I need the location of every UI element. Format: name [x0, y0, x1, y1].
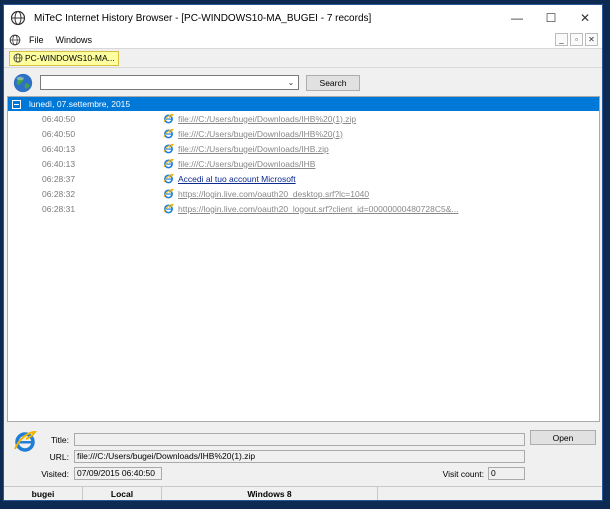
open-button[interactable]: Open: [530, 430, 596, 445]
toolbar: ⌄ Search: [4, 67, 602, 97]
history-row[interactable]: 06:40:13 file:///C:/Users/bugei/Downloads…: [8, 156, 599, 171]
internet-explorer-icon: [163, 128, 174, 139]
date-group-label: lunedì, 07.settembre, 2015: [29, 99, 131, 109]
row-url-link[interactable]: file:///C:/Users/bugei/Downloads/IHB: [178, 159, 315, 169]
internet-explorer-icon: [163, 173, 174, 184]
history-row[interactable]: 06:40:50 file:///C:/Users/bugei/Downloads…: [8, 126, 599, 141]
url-label: URL:: [49, 452, 69, 462]
row-url-link[interactable]: file:///C:/Users/bugei/Downloads/IHB%20(…: [178, 114, 356, 124]
mdi-minimize-button[interactable]: _: [555, 33, 568, 46]
date-group-row[interactable]: lunedì, 07.settembre, 2015: [8, 97, 599, 111]
tab-label: PC-WINDOWS10-MA...: [25, 53, 115, 63]
status-location: Local: [83, 487, 162, 500]
row-url-link[interactable]: file:///C:/Users/bugei/Downloads/IHB.zip: [178, 144, 329, 154]
minimize-button[interactable]: —: [500, 5, 534, 31]
tab-bar: PC-WINDOWS10-MA...: [4, 48, 602, 67]
internet-explorer-icon: [163, 143, 174, 154]
menu-file[interactable]: File: [23, 35, 50, 45]
row-time: 06:40:13: [42, 158, 76, 169]
row-url-link[interactable]: https://login.live.com/oauth20_desktop.s…: [178, 189, 369, 199]
url-field[interactable]: file:///C:/Users/bugei/Downloads/IHB%20(…: [74, 450, 525, 463]
mdi-restore-button[interactable]: ▫: [570, 33, 583, 46]
row-url-link[interactable]: file:///C:/Users/bugei/Downloads/IHB%20(…: [178, 129, 343, 139]
mdi-close-button[interactable]: ✕: [585, 33, 598, 46]
mdi-controls: _ ▫ ✕: [555, 33, 598, 46]
row-time: 06:28:37: [42, 173, 76, 184]
row-time: 06:40:50: [42, 113, 76, 124]
earth-icon: [13, 73, 33, 92]
tab-computer[interactable]: PC-WINDOWS10-MA...: [9, 50, 119, 66]
menu-bar: File Windows _ ▫ ✕: [4, 31, 602, 48]
row-url-link[interactable]: Accedi al tuo account Microsoft: [178, 174, 296, 184]
row-time: 06:40:13: [42, 143, 76, 154]
history-row[interactable]: 06:40:50 file:///C:/Users/bugei/Downloads…: [8, 111, 599, 126]
history-row[interactable]: 06:28:32 https://login.live.com/oauth20_d…: [8, 186, 599, 201]
internet-explorer-icon: [163, 188, 174, 199]
history-row[interactable]: 06:28:37 Accedi al tuo account Microsoft: [8, 171, 599, 186]
search-button[interactable]: Search: [306, 74, 360, 91]
title-field[interactable]: [74, 433, 525, 446]
visit-count-field[interactable]: 0: [488, 467, 525, 480]
history-list[interactable]: lunedì, 07.settembre, 2015 06:40:50 file:…: [7, 96, 600, 422]
visited-field[interactable]: 07/09/2015 06:40:50: [74, 467, 162, 480]
row-time: 06:40:50: [42, 128, 76, 139]
title-label: Title:: [50, 435, 69, 445]
visited-label: Visited:: [41, 469, 69, 479]
history-row[interactable]: 06:40:13 file:///C:/Users/bugei/Downloads…: [8, 141, 599, 156]
maximize-button[interactable]: ☐: [534, 5, 568, 31]
internet-explorer-icon: [163, 158, 174, 169]
visit-count-label: Visit count:: [442, 469, 484, 479]
globe-menu-icon[interactable]: [9, 34, 21, 46]
status-extra: [378, 487, 602, 500]
title-bar: MiTeC Internet History Browser - [PC-WIN…: [4, 5, 602, 31]
history-row[interactable]: 06:28:31 https://login.live.com/oauth20_l…: [8, 201, 599, 216]
row-url-link[interactable]: https://login.live.com/oauth20_logout.sr…: [178, 204, 458, 214]
collapse-icon[interactable]: [12, 99, 21, 109]
menu-windows[interactable]: Windows: [50, 35, 99, 45]
internet-explorer-icon: [163, 203, 174, 214]
globe-app-icon: [10, 10, 26, 26]
close-button[interactable]: ✕: [568, 5, 602, 31]
chevron-down-icon[interactable]: ⌄: [285, 76, 297, 89]
app-window: MiTeC Internet History Browser - [PC-WIN…: [3, 4, 603, 501]
details-pane: Title: URL: file:///C:/Users/bugei/Downl…: [4, 423, 602, 489]
globe-tab-icon: [13, 53, 23, 63]
status-os: Windows 8: [162, 487, 378, 500]
row-time: 06:28:31: [42, 203, 76, 214]
status-user: bugei: [4, 487, 83, 500]
search-combo[interactable]: ⌄: [40, 75, 299, 90]
window-title: MiTeC Internet History Browser - [PC-WIN…: [34, 12, 372, 24]
internet-explorer-icon: [14, 430, 37, 452]
row-time: 06:28:32: [42, 188, 76, 199]
internet-explorer-icon: [163, 113, 174, 124]
status-bar: bugei Local Windows 8: [4, 486, 602, 500]
